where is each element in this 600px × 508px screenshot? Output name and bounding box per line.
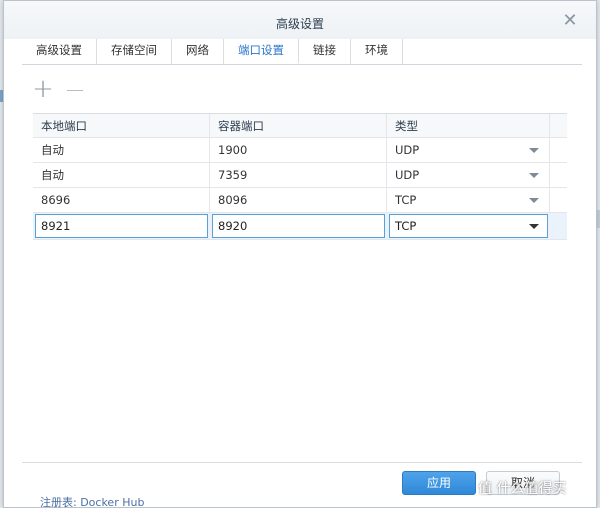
type-select-value: TCP	[395, 219, 417, 233]
dialog-titlebar: 高级设置 ✕	[4, 1, 596, 39]
chevron-down-icon[interactable]	[529, 224, 539, 229]
type-cell[interactable]: UDP	[387, 163, 550, 187]
table-row-editing[interactable]: 8921 8920 TCP	[33, 213, 567, 240]
chevron-down-icon[interactable]	[529, 173, 539, 178]
remove-icon[interactable]: —	[64, 79, 86, 101]
footer-divider	[22, 462, 582, 463]
local-port-cell[interactable]: 自动	[33, 138, 210, 162]
column-header-container-port[interactable]: 容器端口	[210, 114, 387, 137]
row-spacer	[550, 188, 567, 212]
tab-environment[interactable]: 环境	[351, 39, 403, 64]
grid-toolbar: + —	[32, 76, 86, 103]
tab-port-settings[interactable]: 端口设置	[224, 39, 299, 64]
container-port-cell[interactable]: 1900	[210, 138, 387, 162]
tab-storage[interactable]: 存储空间	[97, 39, 172, 64]
add-icon[interactable]: +	[32, 76, 54, 102]
table-row[interactable]: 自动 1900 UDP	[33, 138, 567, 163]
table-header: 本地端口 容器端口 类型	[33, 114, 567, 138]
type-cell: TCP	[387, 213, 550, 239]
container-port-cell[interactable]: 7359	[210, 163, 387, 187]
row-spacer	[550, 213, 567, 239]
background-registry-text: 注册表: Docker Hub	[40, 496, 145, 508]
local-port-cell[interactable]: 自动	[33, 163, 210, 187]
table-row[interactable]: 自动 7359 UDP	[33, 163, 567, 188]
type-cell[interactable]: UDP	[387, 138, 550, 162]
chevron-down-icon[interactable]	[529, 198, 539, 203]
type-value: UDP	[395, 168, 420, 182]
column-header-local-port[interactable]: 本地端口	[33, 114, 210, 137]
watermark: 值 什么值得买	[478, 481, 567, 497]
local-port-cell: 8921	[33, 213, 210, 239]
advanced-settings-dialog: 高级设置 ✕ 高级设置 存储空间 网络 端口设置 链接 环境 + — 本地端口 …	[3, 0, 597, 508]
column-header-spacer	[550, 114, 567, 137]
port-table: 本地端口 容器端口 类型 自动 1900 UDP 自动 7359 UDP 869…	[33, 113, 567, 240]
container-port-input[interactable]: 8920	[212, 214, 385, 238]
type-cell[interactable]: TCP	[387, 188, 550, 212]
dialog-title: 高级设置	[275, 17, 324, 31]
row-spacer	[550, 163, 567, 187]
chevron-down-icon[interactable]	[529, 148, 539, 153]
container-port-cell: 8920	[210, 213, 387, 239]
table-row[interactable]: 8696 8096 TCP	[33, 188, 567, 213]
tab-bar: 高级设置 存储空间 网络 端口设置 链接 环境	[22, 39, 582, 65]
type-value: UDP	[395, 143, 420, 157]
tab-network[interactable]: 网络	[172, 39, 224, 64]
local-port-cell[interactable]: 8696	[33, 188, 210, 212]
close-icon[interactable]: ✕	[562, 12, 578, 30]
type-value: TCP	[395, 193, 417, 207]
tab-advanced[interactable]: 高级设置	[22, 39, 97, 64]
local-port-input[interactable]: 8921	[35, 214, 208, 238]
column-header-type[interactable]: 类型	[387, 114, 550, 137]
container-port-cell[interactable]: 8096	[210, 188, 387, 212]
tab-links[interactable]: 链接	[299, 39, 351, 64]
type-select[interactable]: TCP	[389, 214, 548, 238]
row-spacer	[550, 138, 567, 162]
apply-button[interactable]: 应用	[402, 471, 476, 495]
